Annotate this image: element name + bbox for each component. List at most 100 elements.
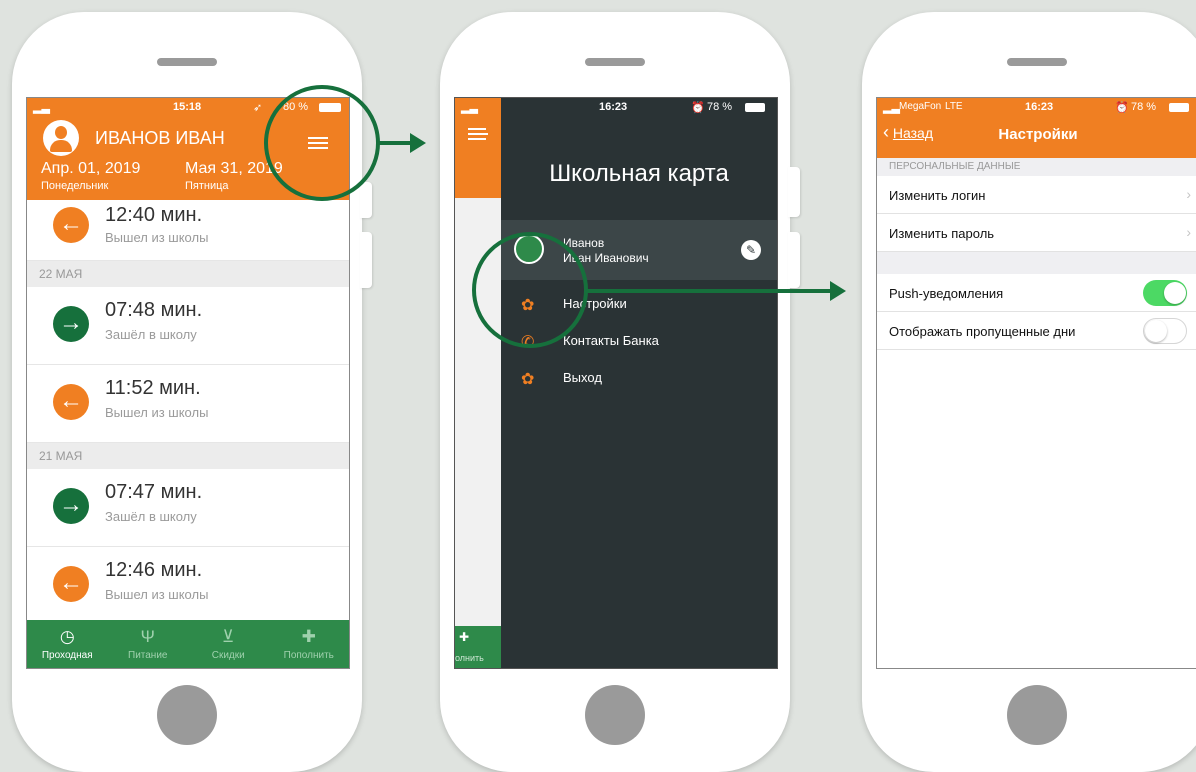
list-item[interactable]: ← 12:46 мин. Вышел из школы — [27, 547, 349, 625]
attendance-list[interactable]: ← 12:40 мин. Вышел из школы 22 МАЯ → 07:… — [27, 200, 349, 625]
peek-tab-label: олнить — [455, 653, 484, 663]
date-header: 22 МАЯ — [27, 261, 349, 287]
location-plus-icon: ✚ — [459, 630, 470, 644]
annotation-arrowhead — [830, 281, 846, 301]
tab-label: Питание — [128, 650, 168, 661]
push-notifications-toggle[interactable] — [1143, 280, 1187, 306]
gear-icon: ✿ — [521, 371, 535, 388]
drawer-user-profile[interactable]: Иванов Иван Иванович ✎ — [501, 220, 777, 280]
screen-menu: ✚ олнить ▂▃ 16:23 ⏰ 78 % Школьная карта … — [454, 97, 778, 669]
change-login-row[interactable]: Изменить логин › — [877, 176, 1196, 214]
row-label: Изменить логин — [889, 188, 986, 203]
tab-food[interactable]: Ψ Питание — [108, 620, 189, 668]
battery-text: 80 % — [283, 101, 309, 113]
tab-label: Проходная — [41, 650, 93, 661]
annotation-arrowhead — [410, 133, 426, 153]
menu-item-logout[interactable]: ✿ Выход — [501, 360, 777, 396]
battery-text: 78 % — [1131, 101, 1157, 113]
home-button — [1007, 685, 1067, 745]
gear-icon: ✿ — [521, 297, 535, 314]
list-item[interactable]: → 07:48 мин. Зашёл в школу — [27, 287, 349, 365]
entry-label: Зашёл в школу — [105, 327, 197, 342]
entry-time: 12:40 мин. — [105, 204, 203, 226]
side-drawer: ▂▃ 16:23 ⏰ 78 % Школьная карта Иванов Ив… — [461, 98, 777, 668]
speaker — [1007, 58, 1067, 66]
status-bar: ▂▃ MegaFon LTE 16:23 ⏰ 78 % — [877, 98, 1196, 116]
entry-time: 12:46 мин. — [105, 559, 203, 581]
side-button — [360, 232, 372, 288]
date-to[interactable]: Мая 31, 2019 — [185, 160, 283, 178]
alarm-icon: ⏰ — [691, 102, 705, 114]
page-title: Настройки — [998, 126, 1078, 143]
date-header: 21 МАЯ — [27, 443, 349, 469]
chevron-right-icon: › — [1186, 186, 1191, 202]
menu-item-bank-contacts[interactable]: ✆ Контакты Банка — [501, 323, 777, 359]
chevron-right-icon: › — [1186, 224, 1191, 240]
settings-header: ▂▃ MegaFon LTE 16:23 ⏰ 78 % ‹ Назад Наст… — [877, 98, 1196, 158]
row-label: Push-уведомления — [889, 286, 1004, 301]
enter-arrow-icon: → — [53, 306, 89, 342]
attendance-header: ▂▃ 15:18 ➶ 80 % ИВАНОВ ИВАН Апр. 01, 201… — [27, 98, 349, 216]
signal-icon: ▂▃ — [33, 102, 50, 114]
tab-discounts[interactable]: ⊻ Скидки — [188, 620, 269, 668]
side-button — [788, 232, 800, 288]
show-missed-days-toggle[interactable] — [1143, 318, 1187, 344]
battery-text: 78 % — [707, 101, 733, 113]
list-item[interactable]: ← 12:40 мин. Вышел из школы — [27, 200, 349, 261]
carrier-name: MegaFon — [899, 101, 942, 112]
cart-icon: ⊻ — [222, 627, 235, 646]
tab-checkpoint[interactable]: ◷ Проходная — [27, 620, 108, 668]
toggle-knob — [1145, 320, 1167, 342]
tab-topup[interactable]: ✚ Пополнить — [269, 620, 350, 668]
list-item[interactable]: ← 11:52 мин. Вышел из школы — [27, 365, 349, 443]
exit-arrow-icon: ← — [53, 384, 89, 420]
show-missed-days-row: Отображать пропущенные дни — [877, 312, 1196, 350]
menu-item-label: Настройки — [563, 296, 627, 311]
section-header: ПЕРСОНАЛЬНЫЕ ДАННЫЕ — [877, 158, 1196, 176]
phone-mockup-3: ▂▃ MegaFon LTE 16:23 ⏰ 78 % ‹ Назад Наст… — [862, 12, 1196, 772]
push-notifications-row: Push-уведомления — [877, 274, 1196, 312]
user-avatar-icon — [43, 120, 79, 156]
main-screen-peek[interactable]: ✚ олнить — [455, 98, 502, 668]
enter-arrow-icon: → — [53, 488, 89, 524]
day-to: Пятница — [185, 180, 229, 192]
status-bar: ▂▃ 15:18 ➶ 80 % — [27, 98, 349, 116]
speaker — [157, 58, 217, 66]
menu-item-settings[interactable]: ✿ Настройки — [501, 286, 777, 322]
app-title: Школьная карта — [549, 160, 729, 187]
phone-icon: ✆ — [521, 334, 535, 351]
section-spacer — [877, 252, 1196, 274]
tab-label: Скидки — [211, 650, 245, 661]
user-name: ИВАНОВ ИВАН — [95, 128, 225, 148]
day-from: Понедельник — [41, 180, 109, 192]
entry-time: 07:48 мин. — [105, 299, 203, 321]
home-button — [585, 685, 645, 745]
entry-label: Вышел из школы — [105, 405, 209, 420]
menu-icon[interactable] — [308, 137, 328, 149]
location-icon: ➶ — [253, 102, 263, 114]
phone-mockup-1: ▂▃ 15:18 ➶ 80 % ИВАНОВ ИВАН Апр. 01, 201… — [12, 12, 372, 772]
network-type: LTE — [945, 101, 963, 112]
peek-tab-bar: ✚ олнить — [455, 626, 501, 668]
date-from[interactable]: Апр. 01, 2019 — [41, 160, 140, 178]
home-button — [157, 685, 217, 745]
battery-icon — [745, 103, 765, 112]
location-plus-icon: ✚ — [301, 627, 316, 646]
menu-icon[interactable] — [468, 128, 488, 140]
user-first-names: Иван Иванович — [563, 251, 649, 265]
toggle-knob — [1164, 282, 1186, 304]
edit-pencil-icon[interactable]: ✎ — [741, 240, 761, 260]
menu-item-label: Контакты Банка — [563, 333, 659, 348]
status-time: 15:18 — [173, 101, 202, 113]
user-avatar-icon — [514, 234, 544, 264]
list-item[interactable]: → 07:47 мин. Зашёл в школу — [27, 469, 349, 547]
row-label: Изменить пароль — [889, 226, 995, 241]
signal-icon: ▂▃ — [461, 102, 478, 114]
screen-attendance: ▂▃ 15:18 ➶ 80 % ИВАНОВ ИВАН Апр. 01, 201… — [26, 97, 350, 669]
change-password-row[interactable]: Изменить пароль › — [877, 214, 1196, 252]
row-label: Отображать пропущенные дни — [889, 324, 1076, 339]
entry-time: 11:52 мин. — [105, 377, 201, 399]
status-time: 16:23 — [1025, 101, 1054, 113]
entry-label: Вышел из школы — [105, 587, 209, 602]
alarm-icon: ⏰ — [1115, 102, 1129, 114]
